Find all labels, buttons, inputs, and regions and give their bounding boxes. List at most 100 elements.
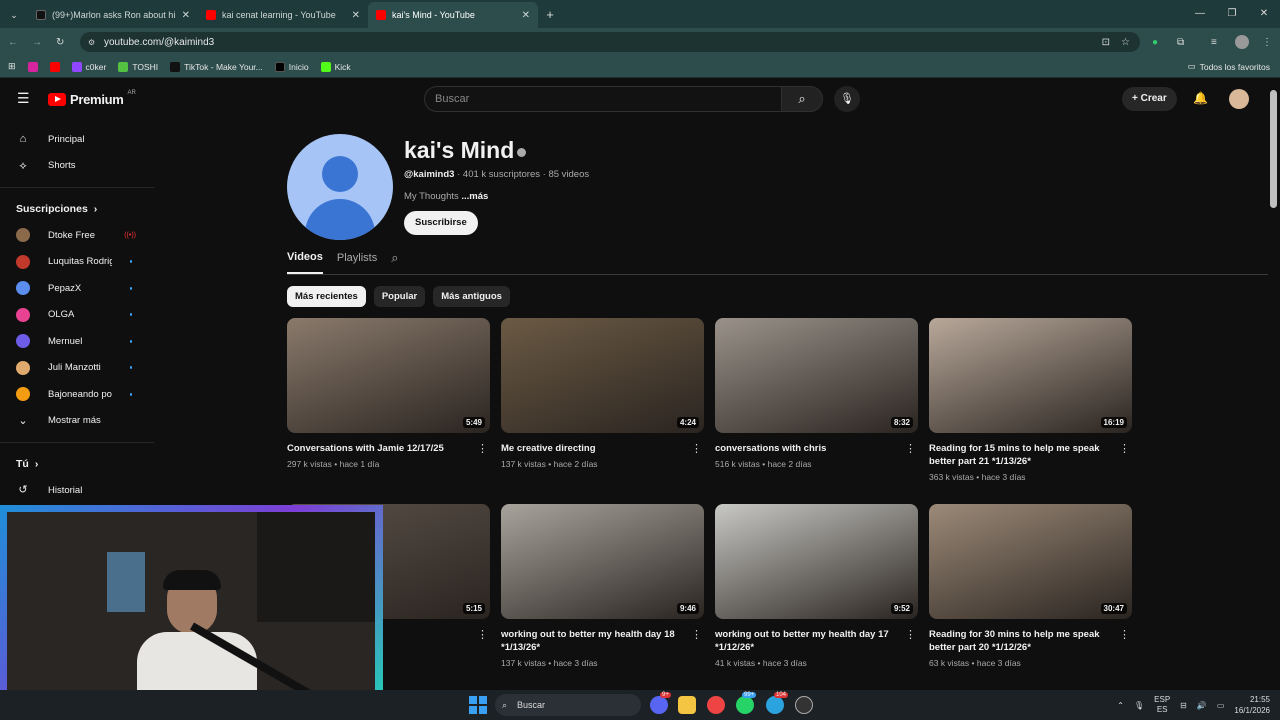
restore-icon[interactable]: ❐ — [1216, 0, 1248, 28]
bookmark-tiktok[interactable]: TikTok - Make Your... — [170, 61, 263, 72]
video-title[interactable]: conversations with chris — [715, 442, 918, 455]
video-title[interactable]: Reading for 30 mins to help me speak bet… — [929, 628, 1132, 654]
close-window-icon[interactable]: ✕ — [1248, 0, 1280, 28]
obs-icon[interactable] — [795, 696, 813, 714]
channel-description[interactable]: My Thoughts ...más — [404, 191, 488, 202]
sidebar-item-principal[interactable]: ⌂ Principal — [0, 126, 154, 153]
file-explorer-icon[interactable] — [678, 696, 696, 714]
bookmark-inicio[interactable]: Inicio — [274, 61, 309, 72]
discord-icon[interactable] — [650, 696, 668, 714]
more-vert-icon[interactable]: ⋮ — [905, 628, 916, 641]
video-thumbnail[interactable]: 16:19 — [929, 318, 1132, 433]
browser-tab-1[interactable]: (99+)Marlon asks Ron about hi ✕ — [28, 2, 198, 28]
taskbar-search[interactable]: ⌕ Buscar — [495, 694, 641, 716]
windows-start-icon[interactable] — [469, 696, 487, 714]
video-title[interactable]: Reading for 15 mins to help me speak bet… — [929, 442, 1132, 468]
more-vert-icon[interactable]: ⋮ — [1119, 442, 1130, 455]
bookmark-toshi[interactable]: TOSHI — [118, 61, 158, 72]
search-input[interactable]: Buscar — [424, 86, 782, 112]
all-bookmarks-folder[interactable]: ▭ Todos los favoritos — [1188, 61, 1270, 72]
video-card[interactable]: 9:52 working out to better my health day … — [715, 504, 918, 668]
telegram-icon[interactable] — [766, 696, 784, 714]
sidebar-subscription[interactable]: Bajoneando por ... — [0, 381, 154, 408]
mic-tray-icon[interactable]: 🎙 — [1134, 701, 1144, 710]
video-title[interactable]: working out to better my health day 17 *… — [715, 628, 918, 654]
more-vert-icon[interactable]: ⋮ — [691, 442, 702, 455]
extension-shield-icon[interactable]: ● — [1152, 37, 1158, 48]
new-tab-icon[interactable]: + — [538, 2, 562, 28]
close-icon[interactable]: ✕ — [352, 10, 360, 21]
you-header[interactable]: Tú › — [0, 451, 154, 477]
whatsapp-icon[interactable] — [736, 696, 754, 714]
more-vert-icon[interactable]: ⋮ — [1119, 628, 1130, 641]
video-card[interactable]: 5:49 Conversations with Jamie 12/17/25 297… — [287, 318, 490, 469]
more-vert-icon[interactable]: ⋮ — [905, 442, 916, 455]
create-button[interactable]: + Crear — [1122, 87, 1177, 111]
close-icon[interactable]: ✕ — [182, 10, 190, 21]
sidebar-subscription[interactable]: Mernuel — [0, 328, 154, 355]
browser-tab-3[interactable]: kai's Mind - YouTube ✕ — [368, 2, 538, 28]
back-icon[interactable]: ← — [8, 37, 18, 48]
chip-recent[interactable]: Más recientes — [287, 286, 366, 307]
video-card[interactable]: 16:19 Reading for 15 mins to help me spea… — [929, 318, 1132, 482]
instagram-icon[interactable] — [27, 61, 38, 72]
chevron-up-icon[interactable]: ⌃ — [1117, 701, 1124, 710]
video-card[interactable]: 4:24 Me creative directing 137 k vistas • … — [501, 318, 704, 469]
subscriptions-header[interactable]: Suscripciones › — [0, 196, 154, 222]
chip-popular[interactable]: Popular — [373, 286, 426, 307]
voice-search-button[interactable]: 🎙 — [834, 86, 860, 112]
sidebar-subscription[interactable]: Juli Manzotti — [0, 355, 154, 382]
menu-icon[interactable]: ⋮ — [1262, 37, 1272, 48]
bookmark-kick[interactable]: Kick — [320, 61, 351, 72]
network-icon[interactable]: ⊟ — [1180, 701, 1187, 710]
video-title[interactable]: Me creative directing — [501, 442, 704, 455]
tab-search-icon[interactable]: ⌄ — [0, 2, 28, 28]
youtube-logo[interactable]: Premium AR — [48, 90, 136, 107]
site-info-icon[interactable]: ⚙ — [88, 38, 95, 47]
more-vert-icon[interactable]: ⋮ — [477, 442, 488, 455]
clock[interactable]: 21:55 16/1/2026 — [1234, 694, 1270, 716]
sidebar-subscription[interactable]: Dtoke Free ((•)) — [0, 222, 154, 249]
sidebar-item-shorts[interactable]: ⟡ Shorts — [0, 153, 154, 180]
youtube-bm-icon[interactable] — [49, 61, 60, 72]
volume-icon[interactable]: 🔊 — [1197, 701, 1207, 710]
sidebar-item-history[interactable]: ↺ Historial — [0, 477, 154, 504]
hamburger-menu-icon[interactable]: ☰ — [17, 90, 30, 107]
install-icon[interactable]: ⊡ — [1102, 37, 1110, 48]
video-card[interactable]: 8:32 conversations with chris 516 k vistas… — [715, 318, 918, 469]
tab-playlists[interactable]: Playlists — [337, 252, 377, 273]
battery-icon[interactable]: ▭ — [1217, 701, 1225, 710]
tab-videos[interactable]: Videos — [287, 251, 323, 274]
channel-avatar[interactable] — [287, 134, 393, 240]
sidebar-subscription[interactable]: Luquitas Rodrigu... — [0, 249, 154, 276]
more-vert-icon[interactable]: ⋮ — [477, 628, 488, 641]
media-icon[interactable]: ≡ — [1211, 37, 1217, 48]
apps-icon[interactable]: ⊞ — [8, 61, 16, 72]
video-thumbnail[interactable]: 9:52 — [715, 504, 918, 619]
video-card[interactable]: 30:47 Reading for 30 mins to help me spea… — [929, 504, 1132, 668]
account-avatar[interactable] — [1229, 89, 1249, 109]
video-thumbnail[interactable]: 9:46 — [501, 504, 704, 619]
video-card[interactable]: 9:46 working out to better my health day … — [501, 504, 704, 668]
video-thumbnail[interactable]: 30:47 — [929, 504, 1132, 619]
url-field[interactable]: ⚙ youtube.com/@kaimind3 ⊡ ☆ — [80, 32, 1140, 52]
sidebar-subscription[interactable]: OLGA — [0, 302, 154, 329]
sidebar-subscription[interactable]: PepazX — [0, 275, 154, 302]
bookmark-star-icon[interactable]: ☆ — [1121, 37, 1130, 48]
reload-icon[interactable]: ↻ — [56, 37, 64, 48]
page-scrollbar[interactable] — [1270, 90, 1277, 208]
chrome-icon[interactable] — [707, 696, 725, 714]
channel-search-icon[interactable]: ⌕ — [391, 250, 398, 275]
subscribe-button[interactable]: Suscribirse — [404, 211, 478, 235]
profile-icon[interactable] — [1235, 35, 1249, 49]
more-link[interactable]: ...más — [461, 191, 488, 202]
minimize-icon[interactable]: — — [1184, 0, 1216, 28]
video-thumbnail[interactable]: 5:49 — [287, 318, 490, 433]
show-more-button[interactable]: ⌄ Mostrar más — [0, 408, 154, 435]
chip-oldest[interactable]: Más antiguos — [433, 286, 510, 307]
close-icon[interactable]: ✕ — [522, 10, 530, 21]
extensions-icon[interactable]: ⧉ — [1177, 37, 1184, 48]
video-title[interactable]: Conversations with Jamie 12/17/25 — [287, 442, 490, 455]
video-title[interactable]: working out to better my health day 18 *… — [501, 628, 704, 654]
bookmark-c0ker[interactable]: c0ker — [71, 61, 106, 72]
